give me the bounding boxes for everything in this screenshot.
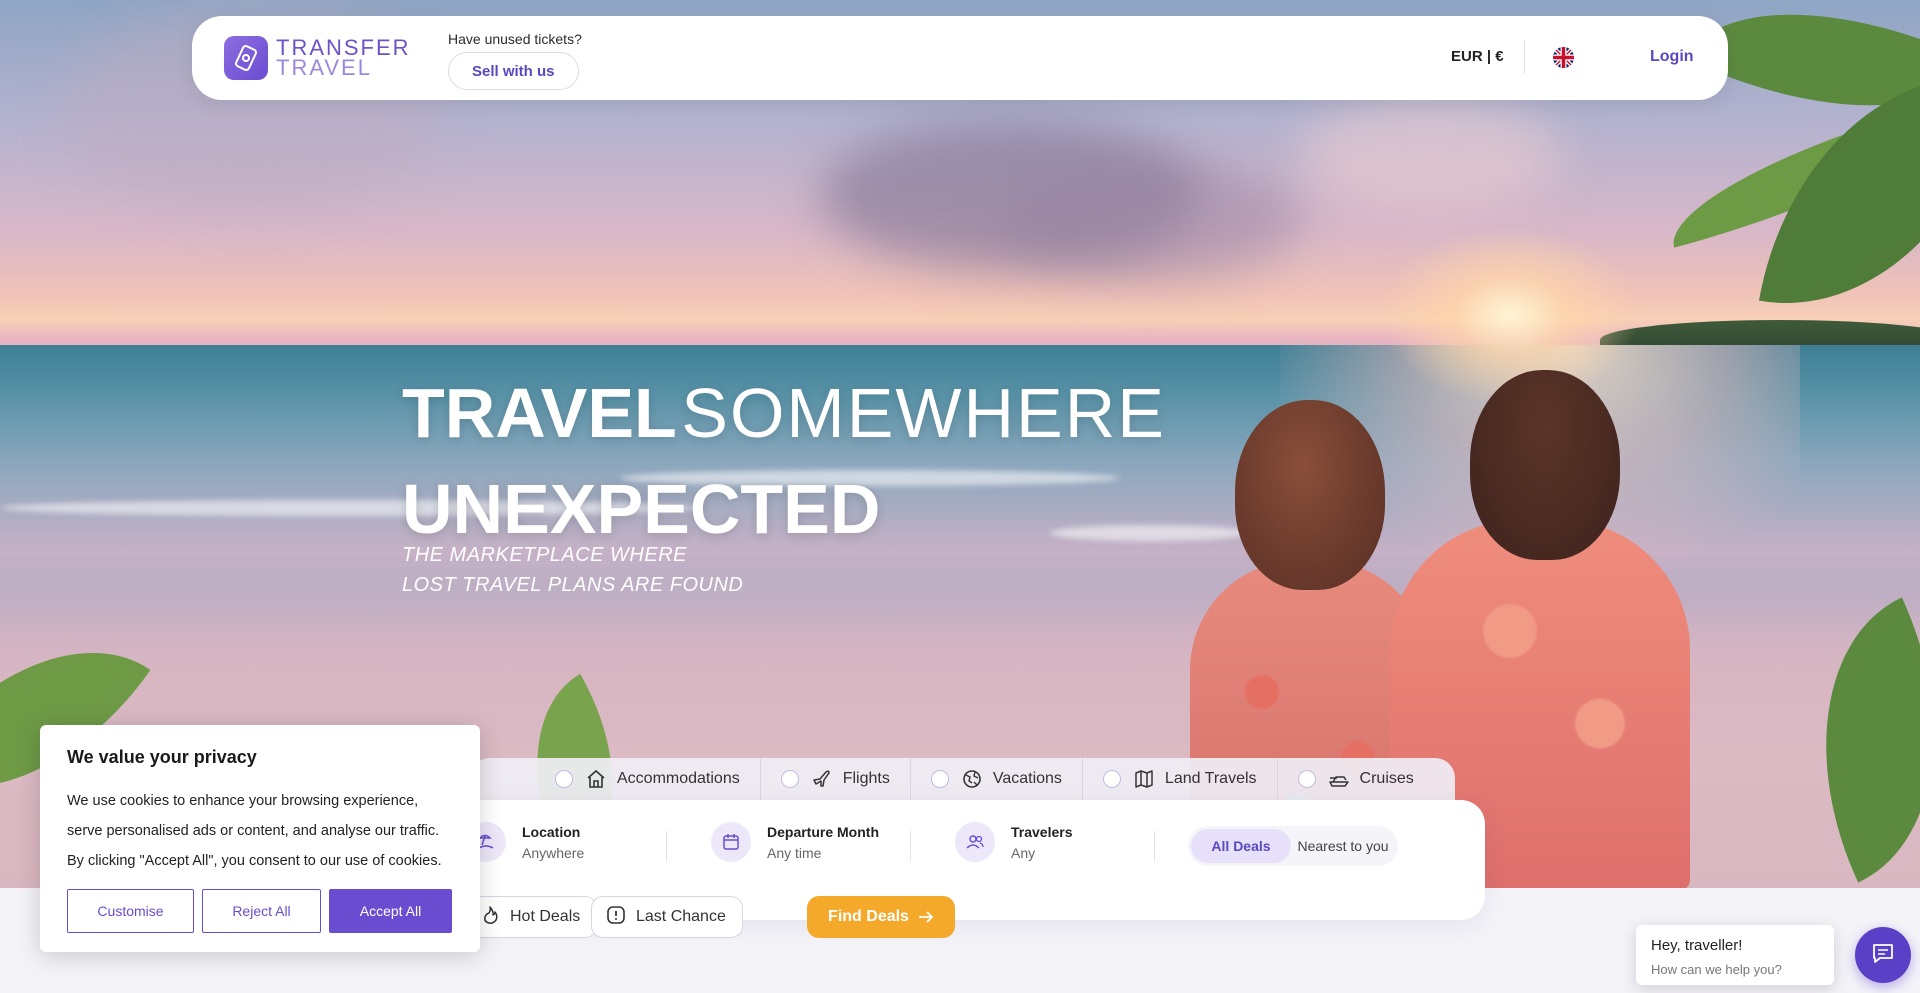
customise-button[interactable]: Customise [67, 889, 194, 933]
radio-button[interactable] [555, 770, 573, 788]
find-deals-button[interactable]: Find Deals [807, 896, 955, 938]
people-icon [955, 822, 995, 862]
field-divider [1154, 831, 1155, 861]
tab-label: Flights [842, 770, 890, 787]
category-tabs: Accommodations Flights Vacations Land Tr… [470, 758, 1455, 800]
travelers-label: Travelers [1011, 823, 1073, 840]
uk-flag-icon[interactable] [1553, 47, 1574, 68]
nearest-to-you-toggle[interactable]: Nearest to you [1291, 829, 1395, 863]
cookie-body: We use cookies to enhance your browsing … [67, 793, 442, 869]
header-divider [1524, 40, 1525, 74]
plane-icon [811, 768, 833, 790]
site-header: TRANSFER TRAVEL Have unused tickets? Sel… [192, 16, 1728, 100]
travelers-value: Any [1011, 844, 1036, 861]
location-field[interactable]: Location Anywhere [466, 822, 584, 862]
globe-icon [961, 768, 983, 790]
house-icon [585, 768, 607, 790]
cookie-consent-banner: We value your privacy We use cookies to … [40, 725, 480, 952]
all-deals-toggle[interactable]: All Deals [1191, 829, 1291, 863]
hot-deals-chip[interactable]: Hot Deals [465, 896, 598, 938]
arrow-right-icon [918, 910, 934, 924]
field-divider [666, 831, 667, 861]
chat-prompt: How can we help you? [1651, 962, 1782, 977]
travelers-field[interactable]: Travelers Any [955, 822, 1073, 862]
hero-title-line2: UNEXPECTED [402, 470, 881, 548]
location-label: Location [522, 823, 581, 840]
hero-title-bold: TRAVEL [402, 374, 677, 452]
tab-flights[interactable]: Flights [780, 758, 911, 800]
departure-month-field[interactable]: Departure Month Any time [711, 822, 879, 862]
hero-title: TRAVEL SOMEWHERE UNEXPECTED [402, 375, 1166, 547]
chat-icon [1871, 941, 1895, 970]
sell-with-us-button[interactable]: Sell with us [448, 52, 579, 90]
unused-tickets-label: Have unused tickets? [448, 31, 582, 47]
tab-label: Vacations [992, 770, 1062, 787]
departure-month-label: Departure Month [767, 823, 879, 840]
deals-toggle: All Deals Nearest to you [1188, 826, 1398, 866]
tab-accommodations[interactable]: Accommodations [555, 758, 761, 800]
location-value: Anywhere [522, 844, 585, 861]
last-chance-chip[interactable]: Last Chance [591, 896, 743, 938]
hero-subtitle-line1: THE MARKETPLACE WHERE [402, 544, 687, 566]
ship-icon [1328, 768, 1350, 790]
radio-button[interactable] [930, 770, 949, 788]
tab-label: Accommodations [617, 770, 740, 787]
flame-icon [480, 905, 500, 930]
radio-button[interactable] [1297, 770, 1316, 788]
chat-greeting: Hey, traveller! [1651, 937, 1743, 954]
login-link[interactable]: Login [1650, 48, 1694, 66]
hero-subtitle-line2: LOST TRAVEL PLANS ARE FOUND [402, 574, 744, 596]
hero-title-light: SOMEWHERE [681, 374, 1166, 452]
reject-all-button[interactable]: Reject All [202, 889, 321, 933]
hero-subtitle: THE MARKETPLACE WHERE LOST TRAVEL PLANS … [402, 540, 743, 600]
radio-button[interactable] [780, 770, 799, 788]
radio-button[interactable] [1102, 770, 1121, 788]
cookie-title: We value your privacy [67, 747, 257, 767]
tab-label: Cruises [1359, 770, 1414, 787]
alert-icon [606, 905, 626, 930]
hot-deals-label: Hot Deals [510, 908, 581, 925]
logo-text-travel: TRAVEL [276, 55, 372, 80]
accept-all-button[interactable]: Accept All [329, 889, 452, 933]
field-divider [910, 831, 911, 861]
tab-vacations[interactable]: Vacations [930, 758, 1083, 800]
find-deals-label: Find Deals [828, 908, 909, 925]
chat-greeting-bubble[interactable]: Hey, traveller! How can we help you? [1636, 925, 1834, 985]
ticket-logo-icon [224, 36, 268, 80]
tab-label: Land Travels [1164, 770, 1257, 787]
departure-month-value: Any time [767, 844, 822, 861]
tab-land-travels[interactable]: Land Travels [1102, 758, 1278, 800]
last-chance-label: Last Chance [636, 908, 726, 925]
calendar-icon [711, 822, 751, 862]
tab-cruises[interactable]: Cruises [1297, 758, 1434, 800]
currency-selector[interactable]: EUR | € [1451, 48, 1504, 65]
chat-button[interactable] [1855, 927, 1911, 983]
map-icon [1133, 768, 1155, 790]
site-logo[interactable]: TRANSFER TRAVEL [224, 36, 411, 80]
